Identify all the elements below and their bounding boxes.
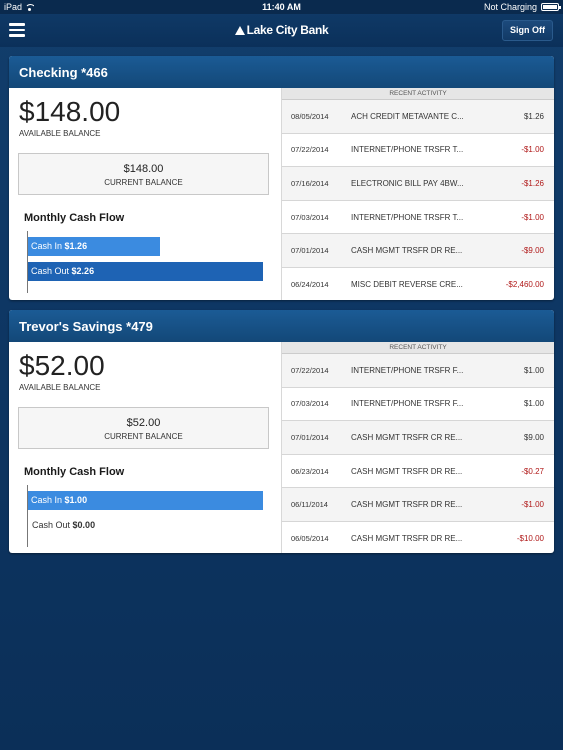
transaction-amount: -$0.27 (521, 466, 544, 476)
cash-flow-title: Monthly Cash Flow (24, 466, 125, 478)
transaction-amount: -$1.00 (521, 145, 544, 155)
transaction-date: 07/22/2014 (291, 145, 329, 155)
account-body: $148.00 AVAILABLE BALANCE $148.00 CURREN… (9, 88, 554, 300)
transaction-description: CASH MGMT TRSFR DR RE... (351, 533, 463, 543)
transaction-date: 06/24/2014 (291, 279, 329, 289)
transaction-row[interactable]: 07/16/2014 ELECTRONIC BILL PAY 4BW... -$1.… (282, 167, 554, 201)
cash-out-bar: Cash Out $2.26 (28, 262, 263, 281)
transaction-date: 06/05/2014 (291, 533, 329, 543)
transaction-row[interactable]: 06/05/2014 CASH MGMT TRSFR DR RE... -$10.0… (282, 522, 554, 553)
transaction-amount: -$2,460.00 (505, 279, 544, 289)
transaction-row[interactable]: 07/01/2014 CASH MGMT TRSFR CR RE... $9.00 (282, 421, 554, 455)
cash-out-value: $2.26 (71, 266, 95, 276)
brand-logo: Lake City Bank (0, 23, 563, 37)
transaction-description: MISC DEBIT REVERSE CRE... (351, 279, 463, 289)
transaction-date: 07/16/2014 (291, 178, 329, 188)
transaction-description: INTERNET/PHONE TRSFR F... (351, 399, 464, 409)
current-balance-box: $148.00 CURRENT BALANCE (18, 153, 269, 195)
current-balance-amount: $52.00 (126, 417, 161, 429)
transaction-description: CASH MGMT TRSFR DR RE... (351, 500, 463, 510)
available-balance-amount: $52.00 (19, 350, 105, 381)
transaction-description: ELECTRONIC BILL PAY 4BW... (351, 178, 464, 188)
available-balance-label: AVAILABLE BALANCE (19, 383, 101, 392)
transaction-row[interactable]: 08/05/2014 ACH CREDIT METAVANTE C... $1.26 (282, 100, 554, 134)
account-title[interactable]: Checking *466 (9, 56, 554, 88)
cash-in-label: Cash In (31, 495, 63, 505)
cash-in-bar: Cash In $1.00 (28, 491, 263, 510)
transaction-row[interactable]: 07/22/2014 INTERNET/PHONE TRSFR T... -$1.0… (282, 134, 554, 168)
account-title[interactable]: Trevor's Savings *479 (9, 310, 554, 342)
transaction-date: 07/01/2014 (291, 432, 329, 442)
recent-activity-pane: RECENT ACTIVITY 08/05/2014 ACH CREDIT MET… (281, 88, 554, 300)
brand-name: Lake City Bank (246, 23, 329, 37)
transaction-amount: $1.00 (523, 399, 544, 409)
transaction-date: 07/01/2014 (291, 246, 329, 256)
transaction-date: 07/22/2014 (291, 365, 329, 375)
account-card-savings: Trevor's Savings *479 $52.00 AVAILABLE B… (9, 310, 554, 553)
current-balance-amount: $148.00 (123, 163, 164, 175)
transaction-row[interactable]: 06/24/2014 MISC DEBIT REVERSE CRE... -$2,4… (282, 268, 554, 300)
transaction-date: 06/23/2014 (291, 466, 329, 476)
recent-activity-header: RECENT ACTIVITY (282, 342, 554, 354)
transaction-list: 08/05/2014 ACH CREDIT METAVANTE C... $1.26… (282, 100, 554, 300)
transaction-date: 06/11/2014 (291, 500, 328, 510)
cash-out-bar: Cash Out $0.00 (28, 516, 95, 535)
cash-in-label: Cash In (31, 241, 63, 251)
transaction-row[interactable]: 07/01/2014 CASH MGMT TRSFR DR RE... -$9.00 (282, 234, 554, 268)
charging-status: Not Charging (483, 2, 537, 12)
transaction-description: CASH MGMT TRSFR CR RE... (351, 432, 463, 442)
transaction-row[interactable]: 07/03/2014 INTERNET/PHONE TRSFR T... -$1.0… (282, 201, 554, 235)
transaction-description: INTERNET/PHONE TRSFR T... (351, 212, 464, 222)
cash-in-value: $1.26 (64, 241, 88, 251)
balance-pane: $52.00 AVAILABLE BALANCE $52.00 CURRENT … (9, 342, 281, 553)
balance-pane: $148.00 AVAILABLE BALANCE $148.00 CURREN… (9, 88, 281, 300)
account-card-checking: Checking *466 $148.00 AVAILABLE BALANCE … (9, 56, 554, 300)
transaction-amount: $9.00 (523, 432, 544, 442)
available-balance-label: AVAILABLE BALANCE (19, 129, 101, 138)
available-balance-amount: $148.00 (19, 96, 121, 127)
transaction-amount: $1.00 (523, 365, 544, 375)
status-time: 11:40 AM (262, 2, 301, 12)
transaction-amount: -$9.00 (521, 246, 544, 256)
transaction-date: 08/05/2014 (291, 111, 329, 121)
transaction-description: INTERNET/PHONE TRSFR T... (351, 145, 464, 155)
transaction-amount: -$1.26 (521, 178, 544, 188)
transaction-date: 07/03/2014 (291, 212, 329, 222)
transaction-amount: -$10.00 (516, 533, 544, 543)
transaction-amount: -$1.00 (521, 500, 544, 510)
transaction-amount: $1.26 (523, 111, 544, 121)
cash-out-label: Cash Out (32, 520, 71, 530)
cash-in-value: $1.00 (64, 495, 88, 505)
transaction-amount: -$1.00 (521, 212, 544, 222)
current-balance-label: CURRENT BALANCE (104, 432, 183, 441)
recent-activity-pane: RECENT ACTIVITY 07/22/2014 INTERNET/PHONE… (281, 342, 554, 553)
cash-flow-title: Monthly Cash Flow (24, 212, 125, 224)
transaction-description: ACH CREDIT METAVANTE C... (351, 111, 464, 121)
transaction-list: 07/22/2014 INTERNET/PHONE TRSFR F... $1.00… (282, 354, 554, 553)
lake-logo-icon (234, 25, 245, 35)
transaction-description: INTERNET/PHONE TRSFR F... (351, 365, 464, 375)
current-balance-label: CURRENT BALANCE (104, 178, 183, 187)
transaction-description: CASH MGMT TRSFR DR RE... (351, 246, 463, 256)
cash-in-bar: Cash In $1.26 (28, 237, 160, 256)
sign-off-button[interactable]: Sign Off (502, 20, 553, 41)
battery-icon (541, 3, 561, 11)
transaction-row[interactable]: 07/22/2014 INTERNET/PHONE TRSFR F... $1.00 (282, 354, 554, 388)
status-bar: iPad 11:40 AM Not Charging (0, 0, 563, 14)
cash-out-label: Cash Out (31, 266, 70, 276)
transaction-description: CASH MGMT TRSFR DR RE... (351, 466, 463, 476)
account-body: $52.00 AVAILABLE BALANCE $52.00 CURRENT … (9, 342, 554, 553)
cash-out-value: $0.00 (72, 520, 96, 530)
transaction-row[interactable]: 06/23/2014 CASH MGMT TRSFR DR RE... -$0.27 (282, 455, 554, 489)
nav-bar: Lake City Bank Sign Off (0, 14, 563, 47)
recent-activity-header: RECENT ACTIVITY (282, 88, 554, 100)
transaction-date: 07/03/2014 (291, 399, 329, 409)
transaction-row[interactable]: 06/11/2014 CASH MGMT TRSFR DR RE... -$1.00 (282, 488, 554, 522)
status-right: Not Charging (483, 2, 561, 12)
transaction-row[interactable]: 07/03/2014 INTERNET/PHONE TRSFR F... $1.00 (282, 388, 554, 422)
current-balance-box: $52.00 CURRENT BALANCE (18, 407, 269, 449)
